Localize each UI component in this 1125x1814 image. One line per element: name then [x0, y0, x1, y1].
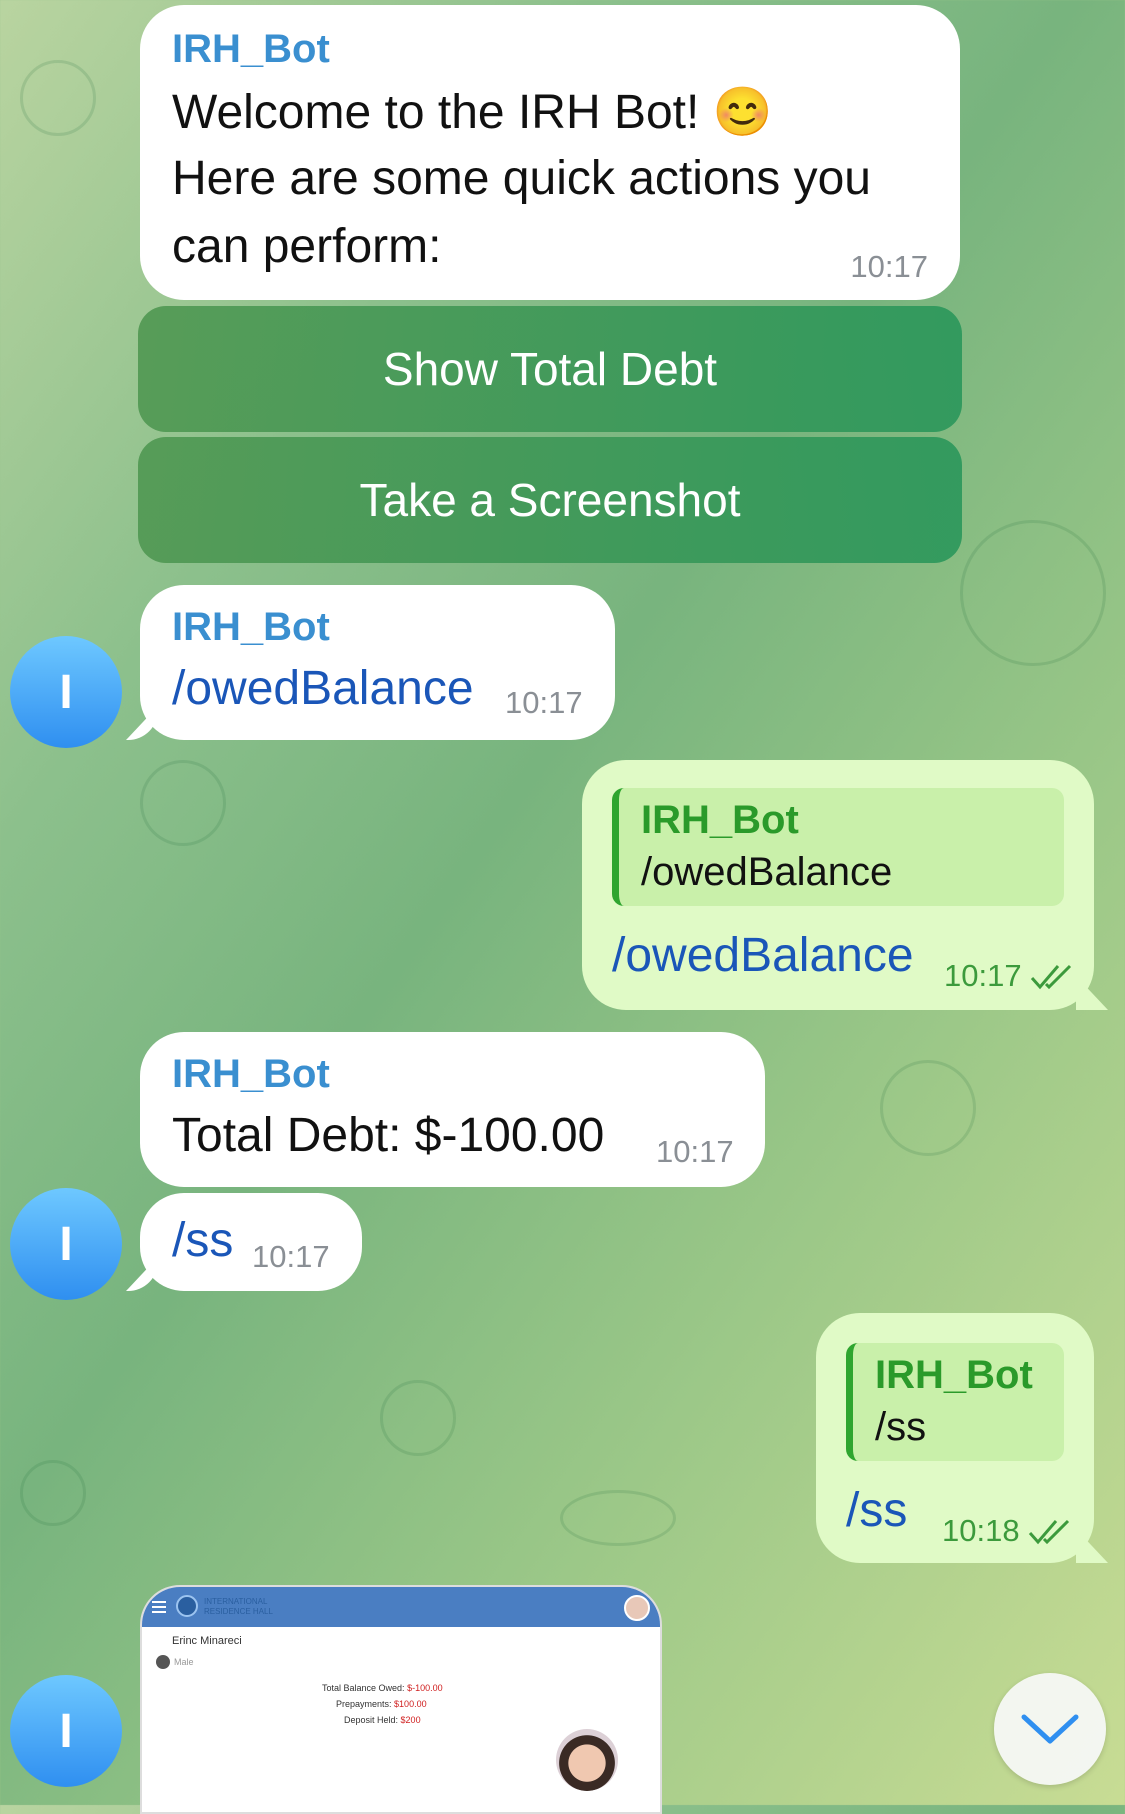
screenshot-image-message[interactable]: INTERNATIONAL RESIDENCE HALL Erinc Minar…: [140, 1585, 662, 1814]
double-check-icon: [1028, 1519, 1070, 1545]
message-time: 10:17: [656, 1134, 734, 1169]
bot-avatar[interactable]: I: [10, 636, 122, 748]
background-doodle: [880, 1060, 976, 1156]
message-text: Total Debt: $-100.00: [172, 1109, 605, 1162]
command-link[interactable]: /owedBalance: [172, 661, 474, 716]
prepay-label: Prepayments:: [336, 1699, 392, 1709]
reply-text: /owedBalance: [641, 850, 893, 894]
owed-balance-command-message[interactable]: IRH_Bot /owedBalance 10:17: [140, 585, 615, 740]
show-total-debt-button[interactable]: Show Total Debt: [138, 306, 962, 432]
profile-photo: [556, 1729, 618, 1791]
screenshot-header-bar: INTERNATIONAL RESIDENCE HALL: [142, 1587, 660, 1627]
prepay-row: Prepayments: $100.00: [336, 1699, 427, 1709]
message-time: 10:17: [252, 1239, 330, 1274]
reply-sender: IRH_Bot: [641, 798, 799, 842]
balance-label: Total Balance Owed:: [322, 1683, 405, 1693]
deposit-value: $200: [400, 1715, 421, 1725]
command-link[interactable]: /ss: [172, 1213, 233, 1268]
owed-balance-outgoing-message[interactable]: IRH_Bot /owedBalance /owedBalance 10:17: [582, 760, 1094, 1010]
message-line: can perform:: [172, 220, 442, 273]
logo-text: RESIDENCE HALL: [204, 1607, 273, 1616]
bot-avatar[interactable]: I: [10, 1675, 122, 1787]
message-line: Welcome to the IRH Bot! 😊: [172, 86, 773, 139]
reply-text: /ss: [875, 1405, 927, 1449]
background-doodle: [380, 1380, 456, 1456]
bot-avatar[interactable]: I: [10, 1188, 122, 1300]
gender-icon: [156, 1655, 170, 1669]
balance-row: Total Balance Owed: $-100.00: [322, 1683, 443, 1693]
menu-icon: [152, 1601, 166, 1603]
message-time: 10:17: [505, 685, 583, 720]
logo-globe-icon: [176, 1595, 198, 1617]
reply-quote[interactable]: IRH_Bot /owedBalance: [612, 788, 1064, 906]
background-doodle: [20, 60, 96, 136]
gender-text: Male: [174, 1657, 194, 1667]
deposit-label: Deposit Held:: [344, 1715, 399, 1725]
deposit-row: Deposit Held: $200: [344, 1715, 421, 1725]
background-doodle: [20, 1460, 86, 1526]
scroll-down-button[interactable]: [994, 1673, 1106, 1785]
chevron-down-icon: [1021, 1714, 1079, 1744]
welcome-message[interactable]: IRH_Bot Welcome to the IRH Bot! 😊 Here a…: [140, 5, 960, 300]
background-doodle: [140, 760, 226, 846]
take-screenshot-button[interactable]: Take a Screenshot: [138, 437, 962, 563]
command-link[interactable]: /owedBalance: [612, 928, 914, 983]
message-line: Here are some quick actions you: [172, 152, 871, 205]
total-debt-message[interactable]: IRH_Bot Total Debt: $-100.00 10:17: [140, 1032, 765, 1187]
sender-name[interactable]: IRH_Bot: [172, 1052, 330, 1097]
double-check-icon: [1030, 964, 1072, 990]
command-link[interactable]: /ss: [846, 1483, 907, 1538]
prepay-value: $100.00: [394, 1699, 427, 1709]
message-time: 10:17: [850, 249, 928, 284]
logo-text: INTERNATIONAL: [204, 1597, 268, 1606]
message-time: 10:18: [942, 1513, 1020, 1548]
message-time: 10:17: [944, 958, 1022, 993]
reply-quote[interactable]: IRH_Bot /ss: [846, 1343, 1064, 1461]
background-doodle: [960, 520, 1106, 666]
ss-outgoing-message[interactable]: IRH_Bot /ss /ss 10:18: [816, 1313, 1094, 1563]
ss-command-message[interactable]: /ss 10:17: [140, 1193, 362, 1291]
user-avatar-small: [624, 1595, 650, 1621]
background-doodle: [560, 1490, 676, 1546]
sender-name[interactable]: IRH_Bot: [172, 27, 330, 72]
reply-sender: IRH_Bot: [875, 1353, 1033, 1397]
user-name: Erinc Minareci: [172, 1635, 242, 1647]
balance-value: $-100.00: [407, 1683, 443, 1693]
sender-name[interactable]: IRH_Bot: [172, 605, 330, 650]
